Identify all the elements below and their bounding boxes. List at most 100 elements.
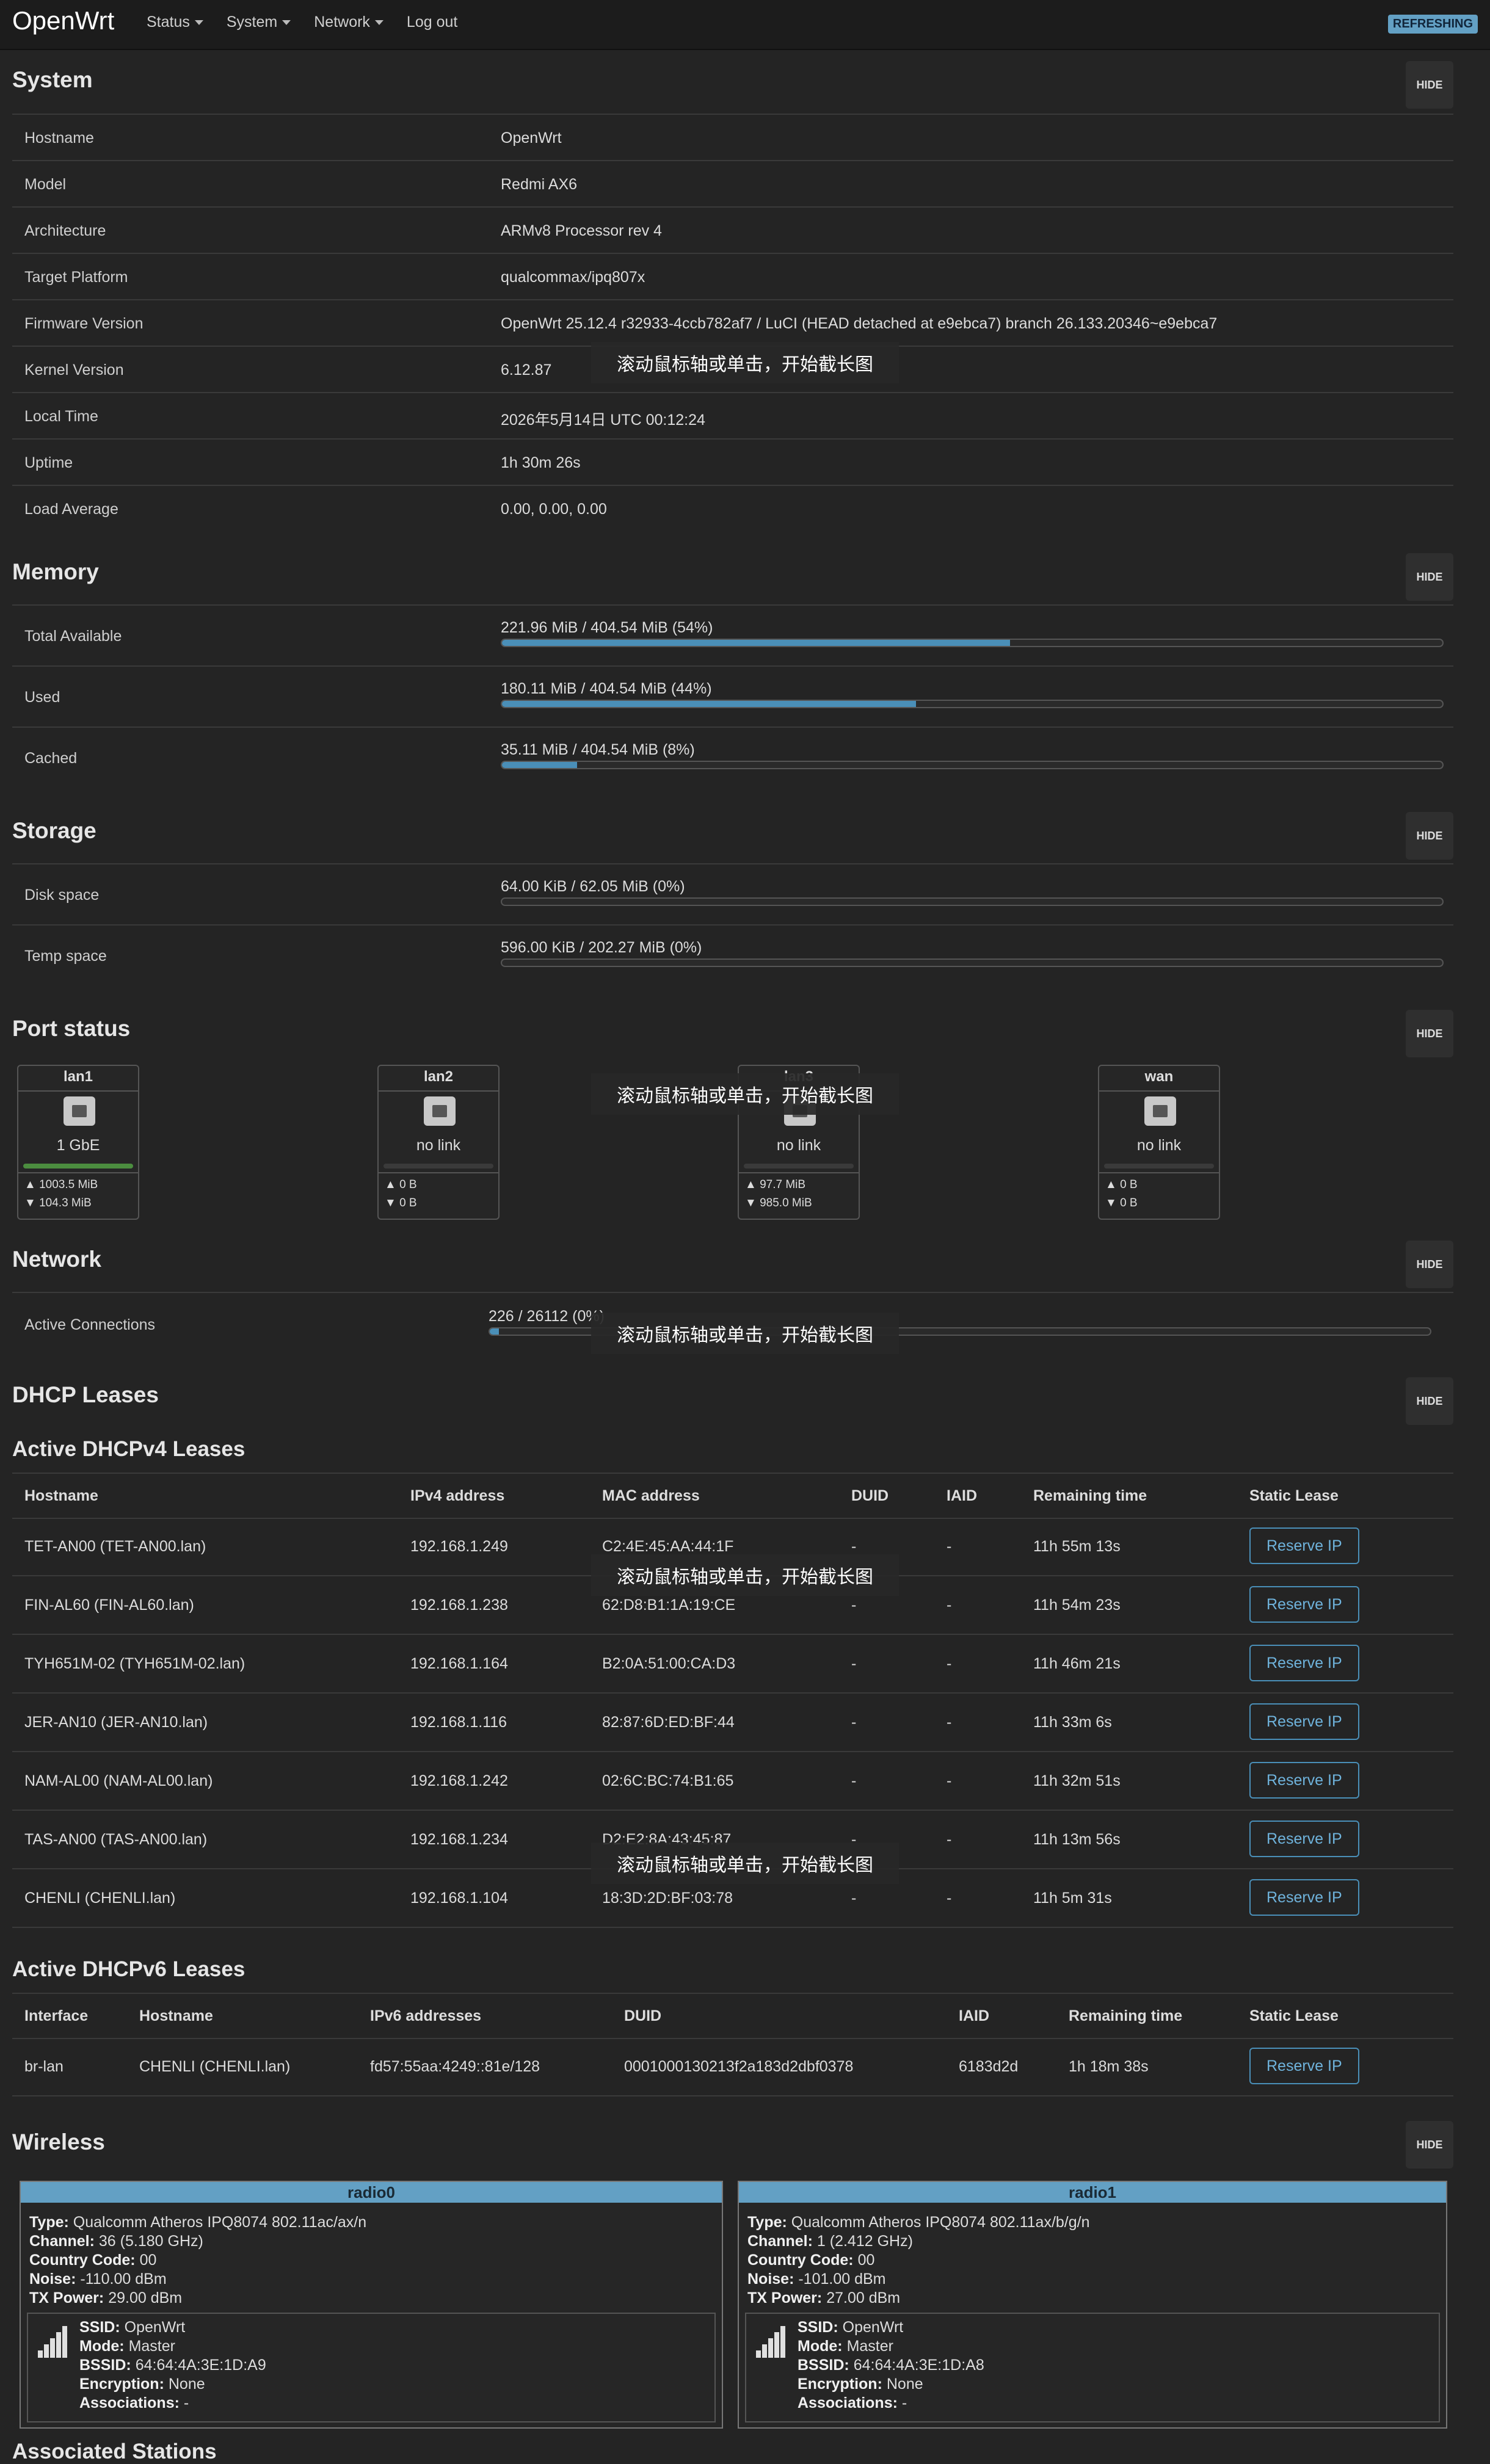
signal-bar [62, 2326, 67, 2358]
system-info-label: Local Time [24, 408, 98, 425]
port-status-title: Port status [12, 1016, 131, 1041]
reserve-ip-button[interactable]: Reserve IP [1249, 1762, 1359, 1799]
caret-down-icon [194, 20, 203, 25]
radio-noise-label: Noise: [29, 2270, 76, 2288]
dhcpv4-cell: C2:4E:45:AA:44:1F [602, 1538, 734, 1555]
nav-logout-label: Log out [406, 13, 458, 31]
storage-value: 64.00 KiB / 62.05 MiB (0%) [501, 878, 685, 895]
dhcpv4-cell: 02:6C:BC:74:B1:65 [602, 1772, 734, 1789]
refreshing-badge[interactable]: REFRESHING [1387, 15, 1478, 34]
dhcpv4-cell: 11h 55m 13s [1033, 1538, 1121, 1555]
storage-hide-button[interactable]: HIDE [1406, 812, 1453, 860]
storage-label: Disk space [24, 886, 100, 904]
reserve-ip-button[interactable]: Reserve IP [1249, 1821, 1359, 1857]
radio-name-header: radio1 [739, 2182, 1446, 2203]
dhcp-title: DHCP Leases [12, 1382, 159, 1407]
system-info-label: Target Platform [24, 269, 128, 286]
system-info-value: 2026年5月14日 UTC 00:12:24 [501, 411, 705, 429]
port-divider [1099, 1090, 1219, 1092]
dhcpv4-title: Active DHCPv4 Leases [12, 1437, 245, 1461]
system-info-value: 6.12.87 [501, 361, 552, 379]
dhcpv4-cell: CHENLI (CHENLI.lan) [24, 1890, 176, 1907]
port-jack-shape [432, 1105, 447, 1117]
reserve-ip-button[interactable]: Reserve IP [1249, 1645, 1359, 1681]
wireless-hide-button[interactable]: HIDE [1406, 2121, 1453, 2169]
ethernet-port-icon [1144, 1096, 1176, 1126]
memory-title: Memory [12, 559, 99, 584]
ap-mode-label: Mode: [79, 2338, 125, 2355]
dhcpv6-column-header: IPv6 addresses [370, 2007, 482, 2024]
radio-type-line: Type: Qualcomm Atheros IPQ8074 802.11ax/… [747, 2214, 1090, 2231]
port-speed: no link [1136, 1137, 1182, 1154]
port-jack-shape [1153, 1105, 1168, 1117]
screenshot-hint-overlay[interactable]: 滚动鼠标轴或单击，开始截长图 [591, 1313, 899, 1354]
system-info-row: Architecture ARMv8 Processor rev 4 [12, 206, 1453, 254]
screenshot-hint-overlay[interactable]: 滚动鼠标轴或单击，开始截长图 [591, 342, 899, 383]
reserve-ip-button[interactable]: Reserve IP [1249, 1879, 1359, 1916]
signal-bar [56, 2332, 61, 2358]
dhcpv4-cell: TYH651M-02 (TYH651M-02.lan) [24, 1655, 245, 1672]
reserve-ip-button[interactable]: Reserve IP [1249, 1703, 1359, 1740]
ap-enc-value: None [886, 2375, 923, 2393]
system-info-row: Firmware Version OpenWrt 25.12.4 r32933-4… [12, 299, 1453, 347]
system-info-row: Hostname OpenWrt [12, 114, 1453, 161]
memory-hide-button[interactable]: HIDE [1406, 553, 1453, 601]
radio-country-line: Country Code: 00 [29, 2252, 156, 2269]
dhcpv4-cell: 192.168.1.234 [410, 1831, 508, 1848]
signal-bar [762, 2344, 767, 2358]
port-status-hide-button[interactable]: HIDE [1406, 1010, 1453, 1057]
radio-txpower-label: TX Power: [29, 2289, 104, 2306]
system-hide-button[interactable]: HIDE [1406, 61, 1453, 109]
active-connections-label: Active Connections [24, 1316, 156, 1333]
screenshot-hint-overlay[interactable]: 滚动鼠标轴或单击，开始截长图 [591, 1843, 899, 1884]
screenshot-hint-overlay[interactable]: 滚动鼠标轴或单击，开始截长图 [591, 1073, 899, 1115]
port-rx: ▼ 104.3 MiB [24, 1197, 92, 1209]
system-info-label: Uptime [24, 454, 73, 471]
ap-enc-label: Encryption: [79, 2375, 164, 2393]
caret-down-icon [374, 20, 383, 25]
ap-mode-line: Mode: Master [79, 2338, 175, 2355]
ap-enc-line: Encryption: None [79, 2375, 205, 2393]
storage-bar [501, 897, 1444, 906]
port-name: lan1 [63, 1068, 93, 1085]
ap-mode-value: Master [128, 2338, 175, 2355]
dhcpv6-cell: 1h 18m 38s [1069, 2058, 1149, 2075]
dhcpv4-column-header: IPv4 address [410, 1487, 505, 1504]
nav-system-label: System [226, 13, 278, 31]
nav-network[interactable]: Network [314, 13, 383, 31]
nav-status[interactable]: Status [147, 13, 203, 31]
network-hide-button[interactable]: HIDE [1406, 1241, 1453, 1288]
ap-mode-label: Mode: [798, 2338, 843, 2355]
reserve-ip-button[interactable]: Reserve IP [1249, 1527, 1359, 1564]
dhcpv4-lease-row: JER-AN10 (JER-AN10.lan) 192.168.1.116 82:8… [12, 1694, 1453, 1752]
memory-label: Used [24, 689, 60, 706]
dhcpv6-table-header: Interface Hostname IPv6 addresses DUID IAID R… [12, 1993, 1453, 2039]
system-info-value: 0.00, 0.00, 0.00 [501, 501, 607, 518]
caret-down-icon [282, 20, 291, 25]
nav-system[interactable]: System [227, 13, 291, 31]
dhcpv4-cell: - [947, 1714, 952, 1731]
signal-bar [38, 2350, 43, 2358]
dhcp-hide-button[interactable]: HIDE [1406, 1377, 1453, 1425]
signal-strength-icon [38, 2326, 70, 2358]
radio-type-line: Type: Qualcomm Atheros IPQ8074 802.11ac/… [29, 2214, 366, 2231]
port-divider [18, 1090, 138, 1092]
dhcpv4-cell: 11h 54m 23s [1033, 1596, 1121, 1614]
reserve-ip-button[interactable]: Reserve IP [1249, 2048, 1359, 2084]
brand-logo[interactable]: OpenWrt [12, 6, 114, 35]
reserve-ip-button[interactable]: Reserve IP [1249, 1586, 1359, 1623]
screenshot-hint-overlay[interactable]: 滚动鼠标轴或单击，开始截长图 [591, 1554, 899, 1596]
radio-country-value: 00 [857, 2252, 875, 2269]
signal-bar [50, 2338, 55, 2358]
system-info-label: Hostname [24, 129, 94, 147]
memory-bar [501, 761, 1444, 769]
ap-bssid-label: BSSID: [79, 2357, 131, 2374]
system-info-label: Load Average [24, 501, 118, 518]
nav-logout[interactable]: Log out [407, 13, 457, 31]
ap-ssid-value: OpenWrt [124, 2319, 186, 2336]
port-tx: ▲ 0 B [385, 1178, 417, 1191]
storage-value: 596.00 KiB / 202.27 MiB (0%) [501, 939, 702, 956]
port-divider [379, 1172, 498, 1173]
dhcpv6-cell: 6183d2d [959, 2058, 1019, 2075]
wireless-title: Wireless [12, 2129, 105, 2154]
